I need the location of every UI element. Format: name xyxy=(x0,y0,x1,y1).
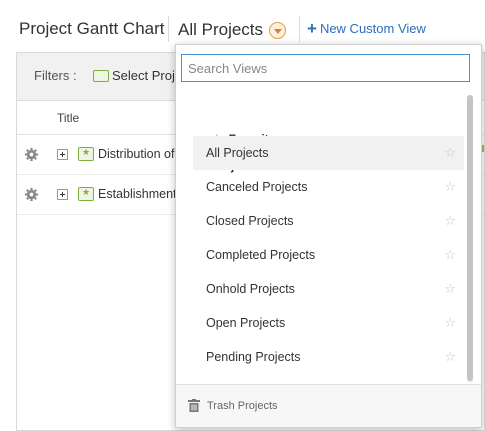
select-project-label: Select Proj xyxy=(112,68,175,83)
view-item-label: Pending Projects xyxy=(206,350,301,364)
view-item-completed-projects[interactable]: Completed Projects ☆ xyxy=(193,238,464,272)
header-divider-2 xyxy=(299,16,300,42)
view-item-closed-projects[interactable]: Closed Projects ☆ xyxy=(193,204,464,238)
dropdown-footer: Trash Projects xyxy=(176,384,481,427)
view-item-canceled-projects[interactable]: Canceled Projects ☆ xyxy=(193,170,464,204)
caret-down-icon[interactable] xyxy=(269,21,287,39)
column-title: Title xyxy=(57,111,80,125)
row-title[interactable]: Distribution of xyxy=(98,147,174,161)
plus-icon: + xyxy=(307,19,317,38)
star-icon[interactable]: ☆ xyxy=(444,145,456,161)
scrollbar-thumb[interactable] xyxy=(467,95,473,381)
star-icon[interactable]: ☆ xyxy=(444,281,456,297)
view-item-label: Onhold Projects xyxy=(206,282,295,296)
page-title: Project Gantt Chart xyxy=(19,19,165,38)
new-custom-view-label: New Custom View xyxy=(319,21,426,36)
project-folder-icon xyxy=(78,187,94,201)
view-item-label: All Projects xyxy=(206,146,269,160)
view-selector-label: All Projects xyxy=(178,20,264,39)
view-item-label: Open Projects xyxy=(206,316,286,330)
view-selector[interactable]: All Projects xyxy=(178,17,287,43)
row-title[interactable]: Establishment xyxy=(98,187,177,201)
star-icon[interactable]: ☆ xyxy=(444,247,456,263)
scrollbar[interactable] xyxy=(467,95,473,383)
expand-icon[interactable] xyxy=(57,189,68,200)
star-icon[interactable]: ☆ xyxy=(444,315,456,331)
gear-icon[interactable] xyxy=(24,187,39,202)
view-item-pending-projects[interactable]: Pending Projects ☆ xyxy=(193,340,464,374)
view-dropdown: ★ Favorites Project All Projects ☆ Cance… xyxy=(175,44,482,428)
star-icon[interactable]: ☆ xyxy=(444,349,456,365)
new-custom-view-link[interactable]: + New Custom View xyxy=(307,19,426,38)
project-folder-icon xyxy=(78,147,94,161)
expand-icon[interactable] xyxy=(57,149,68,160)
trash-projects-link[interactable]: Trash Projects xyxy=(188,399,278,412)
select-project-filter[interactable]: Select Proj xyxy=(93,68,175,83)
view-item-all-projects[interactable]: All Projects ☆ xyxy=(193,136,464,170)
view-item-open-projects[interactable]: Open Projects ☆ xyxy=(193,306,464,340)
trash-icon xyxy=(188,399,200,412)
folder-icon xyxy=(93,69,109,82)
header-divider xyxy=(168,16,169,42)
view-item-onhold-projects[interactable]: Onhold Projects ☆ xyxy=(193,272,464,306)
view-item-label: Canceled Projects xyxy=(206,180,308,194)
filter-label: Filters : xyxy=(34,68,77,83)
trash-label: Trash Projects xyxy=(207,399,278,412)
view-item-label: Completed Projects xyxy=(206,248,316,262)
view-item-label: Closed Projects xyxy=(206,214,294,228)
gear-icon[interactable] xyxy=(24,147,39,162)
search-views-input[interactable] xyxy=(181,54,470,82)
star-icon[interactable]: ☆ xyxy=(444,179,456,195)
star-icon[interactable]: ☆ xyxy=(444,213,456,229)
